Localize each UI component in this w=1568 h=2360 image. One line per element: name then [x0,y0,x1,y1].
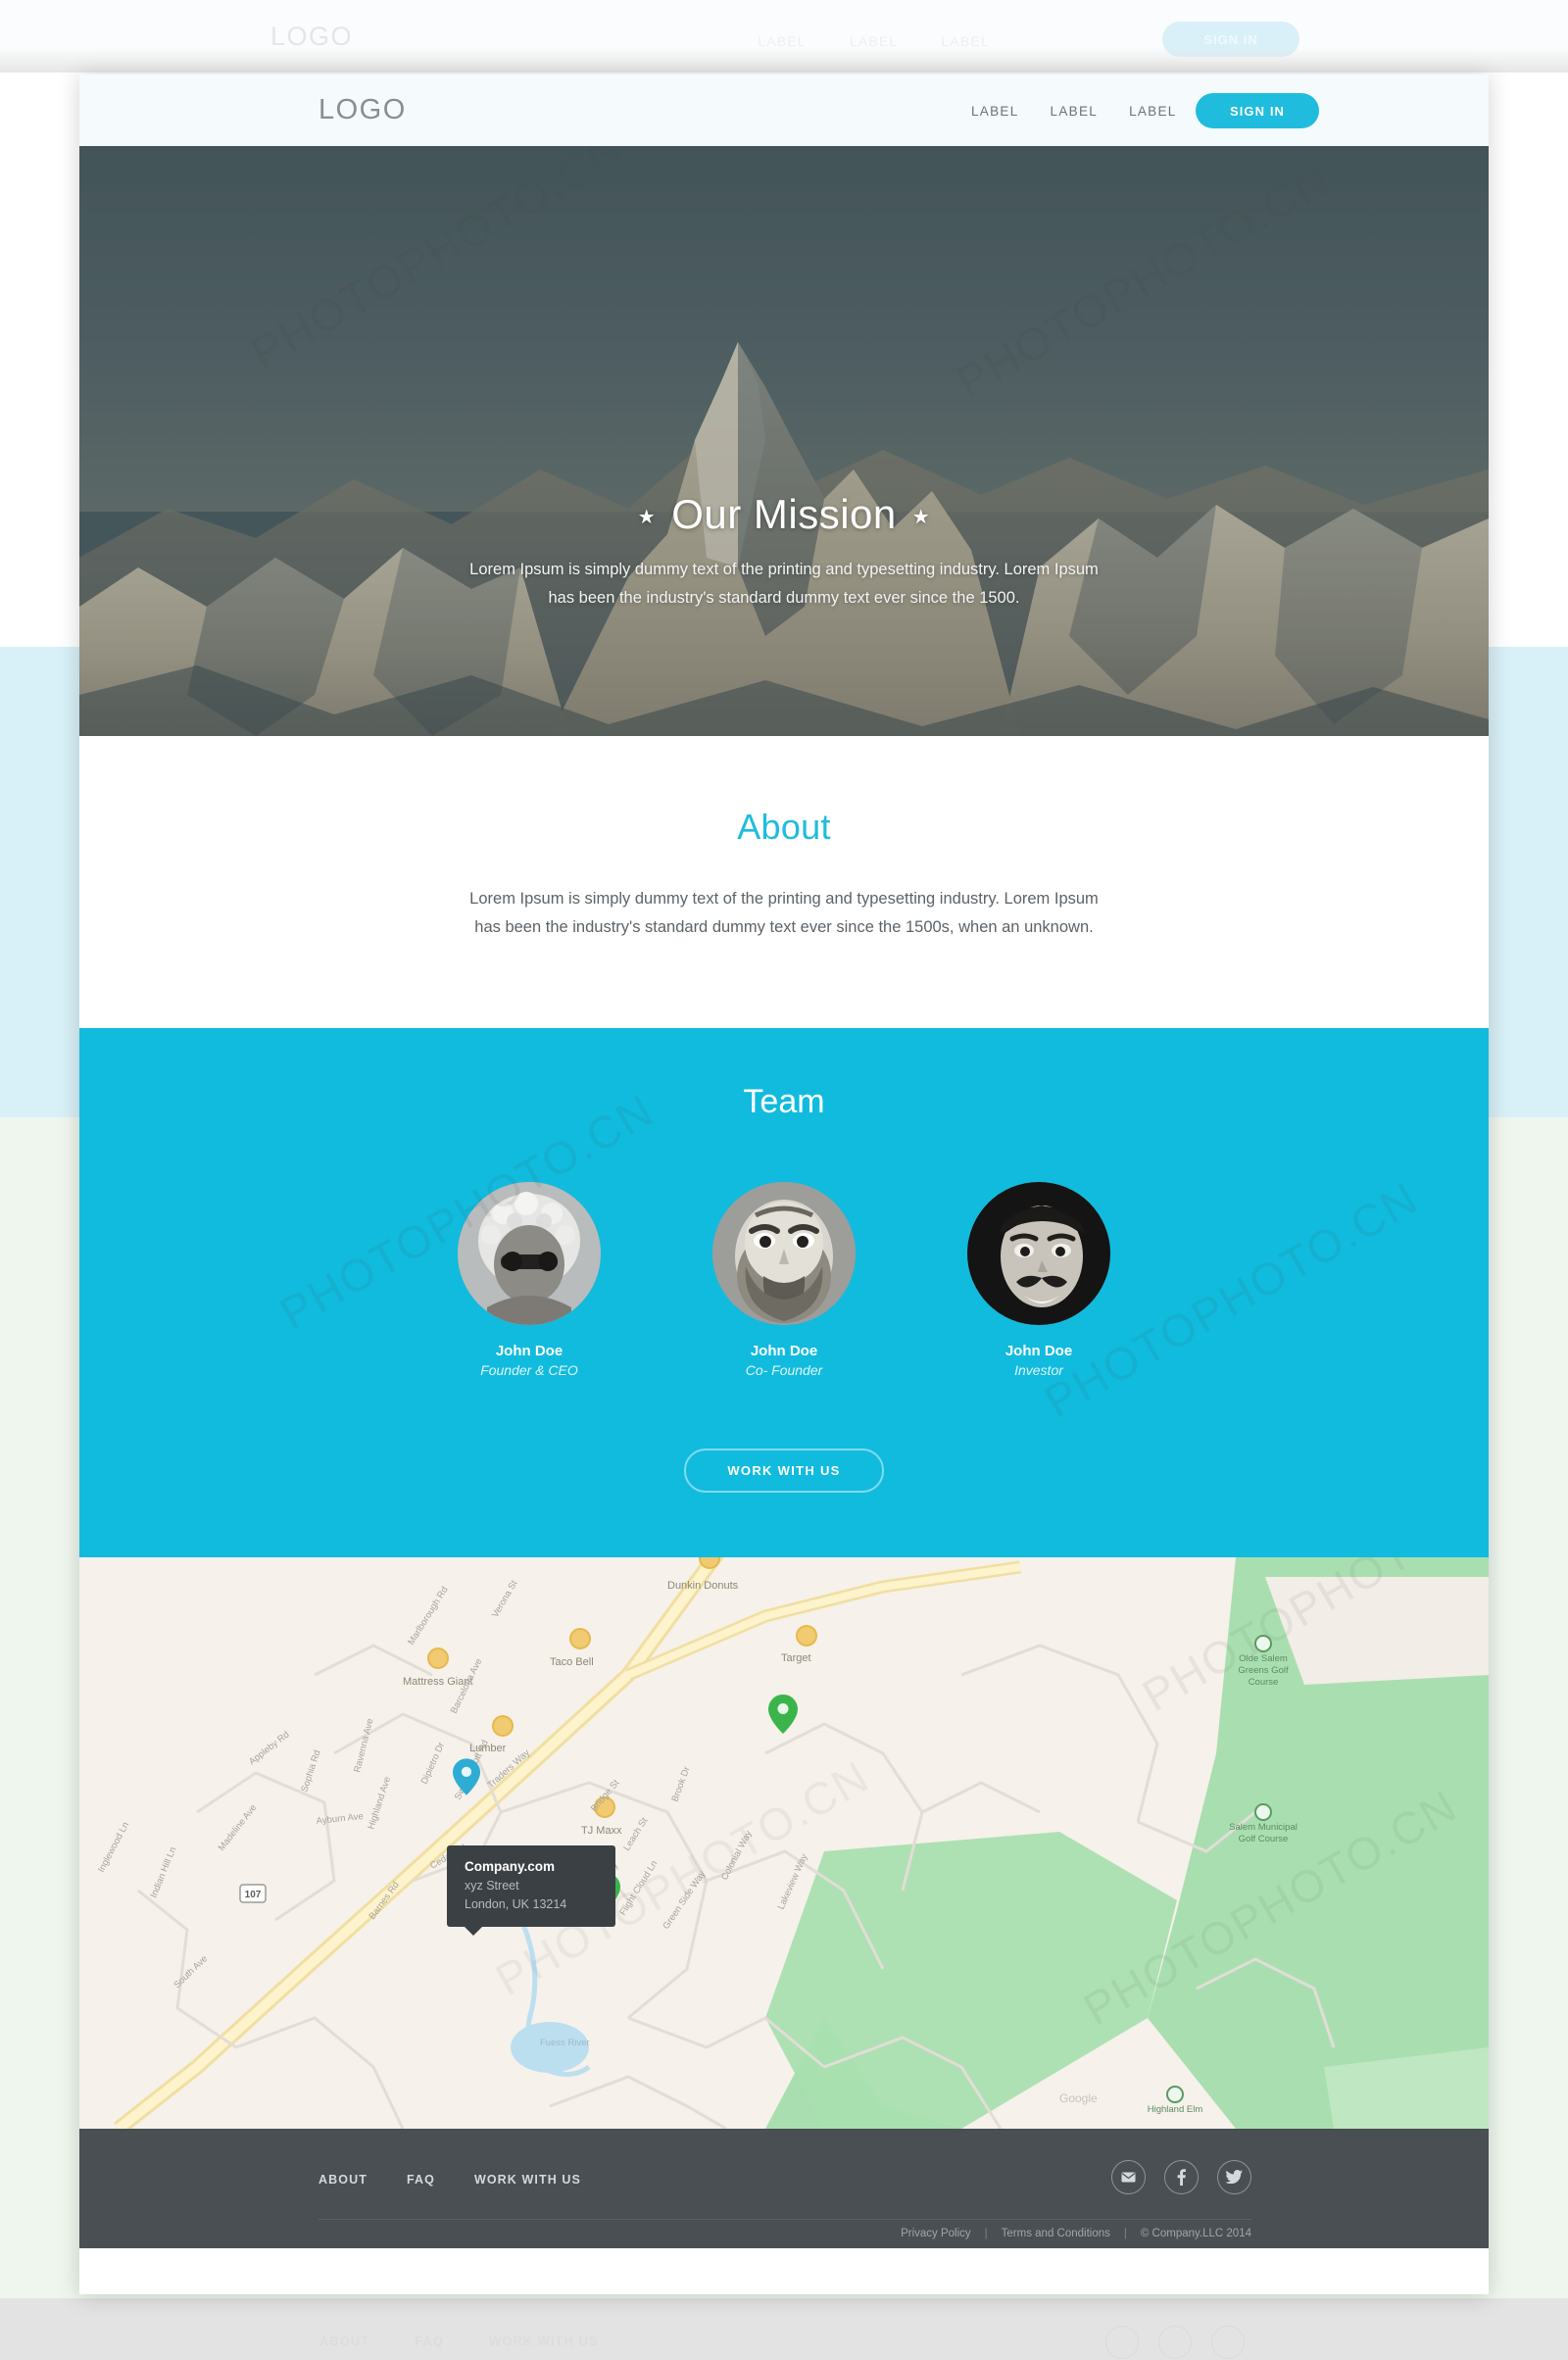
background-footer-social [1105,2326,1245,2359]
footer-link-work-with-us[interactable]: WORK WITH US [474,2173,581,2187]
legal-separator-2: | [1123,2227,1127,2239]
avatar-photo-2 [712,1181,856,1325]
team-members: John Doe Founder & CEO John Doe Co- Foun… [79,1181,1489,1378]
highway-shield: 107 [239,1884,267,1903]
hero-title: ★ Our Mission ★ [79,491,1489,538]
map-tooltip-city: London, UK 13214 [465,1897,567,1911]
team-title: Team [743,1082,825,1120]
nav-link-label-2[interactable]: LABEL [1051,104,1099,119]
hero-subtitle-line-1: Lorem Ipsum is simply dummy text of the … [469,561,1099,578]
footer-link-faq[interactable]: FAQ [407,2173,435,2187]
svg-text:Greens Golf: Greens Golf [1238,1665,1289,1676]
avatar[interactable] [458,1181,601,1325]
svg-text:Olde Salem: Olde Salem [1239,1653,1288,1664]
avatar-photo-3 [967,1181,1110,1325]
svg-text:Salem Municipal: Salem Municipal [1229,1822,1298,1833]
footer-social [1111,2159,1251,2194]
svg-text:Taco Bell: Taco Bell [550,1656,594,1668]
about-section: About Lorem Ipsum is simply dummy text o… [79,736,1489,1028]
map-canvas[interactable]: Dunkin Donuts Taco Bell Target Mattress … [79,1556,1489,2129]
svg-text:107: 107 [245,1890,262,1900]
nav-link-label-3[interactable]: LABEL [1129,104,1177,119]
map-tooltip-street: xyz Street [465,1879,519,1893]
footer-legal: Privacy Policy | Terms and Conditions | … [901,2228,1251,2239]
mail-icon[interactable] [1111,2159,1146,2194]
map-section[interactable]: Dunkin Donuts Taco Bell Target Mattress … [79,1556,1489,2129]
footer: ABOUT FAQ WORK WITH US Privacy Policy | … [79,2128,1489,2248]
terms-link[interactable]: Terms and Conditions [1002,2228,1110,2239]
team-member[interactable]: John Doe Investor [941,1181,1137,1378]
background-mail-icon [1105,2326,1139,2359]
svg-text:Dunkin Donuts: Dunkin Donuts [667,1580,739,1592]
team-member-name: John Doe [1004,1342,1073,1359]
park-notch [1265,1576,1489,1685]
background-header-preview: LOGO LABEL LABEL LABEL SIGN IN [0,0,1568,73]
twitter-icon[interactable] [1217,2159,1251,2194]
about-text: Lorem Ipsum is simply dummy text of the … [79,885,1489,942]
legal-separator-1: | [984,2227,988,2239]
hero-title-text: Our Mission [671,491,897,537]
star-left-icon: ★ [637,507,657,529]
hero-content: ★ Our Mission ★ Lorem Ipsum is simply dumm… [79,491,1489,613]
team-member-role: Co- Founder [745,1361,823,1378]
background-facebook-icon [1158,2326,1192,2359]
map-pin-green[interactable] [768,1694,798,1734]
footer-links: ABOUT FAQ WORK WITH US [318,2173,581,2187]
hero-section: ★ Our Mission ★ Lorem Ipsum is simply dumm… [79,146,1489,736]
team-member-role: Investor [1014,1361,1063,1378]
team-member[interactable]: John Doe Founder & CEO [431,1181,627,1378]
privacy-policy-link[interactable]: Privacy Policy [901,2228,971,2239]
about-text-line-2: has been the industry's standard dummy t… [474,917,1094,936]
about-title: About [737,807,831,847]
background-footer-preview: ABOUT FAQ WORK WITH US [0,2298,1568,2360]
about-text-line-1: Lorem Ipsum is simply dummy text of the … [469,890,1099,908]
hero-overlay [79,146,1489,736]
team-member-name: John Doe [495,1342,564,1359]
map-pin-company[interactable] [453,1758,480,1795]
background-footer-link-1: ABOUT [319,2334,370,2348]
team-member[interactable]: John Doe Co- Founder [686,1181,882,1378]
map-attribution: Google [1059,2091,1098,2105]
background-footer-link-3: WORK WITH US [488,2334,599,2348]
footer-link-about[interactable]: ABOUT [318,2173,368,2187]
svg-text:Course: Course [1249,1677,1279,1688]
nav-links: LABEL LABEL LABEL [971,104,1177,119]
copyright-text: © Company.LLC 2014 [1140,2227,1251,2239]
logo[interactable]: LOGO [318,94,407,126]
team-member-name: John Doe [750,1342,818,1359]
map-tooltip-title: Company.com [465,1859,556,1874]
svg-text:Target: Target [781,1652,811,1664]
team-section: Team John Doe Founder & CEO John Doe Co-… [79,1027,1489,1557]
svg-text:Fuess River: Fuess River [540,2038,590,2048]
star-right-icon: ★ [911,507,931,529]
avatar[interactable] [967,1181,1110,1325]
svg-text:TJ Maxx: TJ Maxx [581,1825,622,1837]
avatar-photo-1 [458,1181,601,1325]
team-member-role: Founder & CEO [480,1361,578,1378]
facebook-icon[interactable] [1164,2159,1199,2194]
map-tooltip[interactable]: Company.com xyz Street London, UK 13214 [447,1845,615,1936]
svg-text:Golf Course: Golf Course [1239,1834,1289,1844]
work-with-us-button[interactable]: WORK WITH US [684,1448,884,1493]
background-footer-links: ABOUT FAQ WORK WITH US [319,2334,599,2348]
avatar[interactable] [712,1181,856,1325]
sign-in-button[interactable]: SIGN IN [1196,93,1319,128]
footer-divider [318,2218,1251,2220]
page-card: LOGO LABEL LABEL LABEL SIGN IN ★ Our Mis… [79,74,1489,2294]
nav-link-label-1[interactable]: LABEL [971,104,1019,119]
hero-subtitle-line-2: has been the industry's standard dummy t… [548,588,1020,607]
background-footer-link-2: FAQ [415,2334,444,2348]
svg-text:Highland Elm: Highland Elm [1148,2104,1203,2115]
background-twitter-icon [1211,2326,1245,2359]
navbar: LOGO LABEL LABEL LABEL SIGN IN [79,74,1489,146]
map-tooltip-arrow [465,1927,482,1936]
hero-subtitle: Lorem Ipsum is simply dummy text of the … [79,556,1489,613]
background-header-fade [0,47,1568,73]
